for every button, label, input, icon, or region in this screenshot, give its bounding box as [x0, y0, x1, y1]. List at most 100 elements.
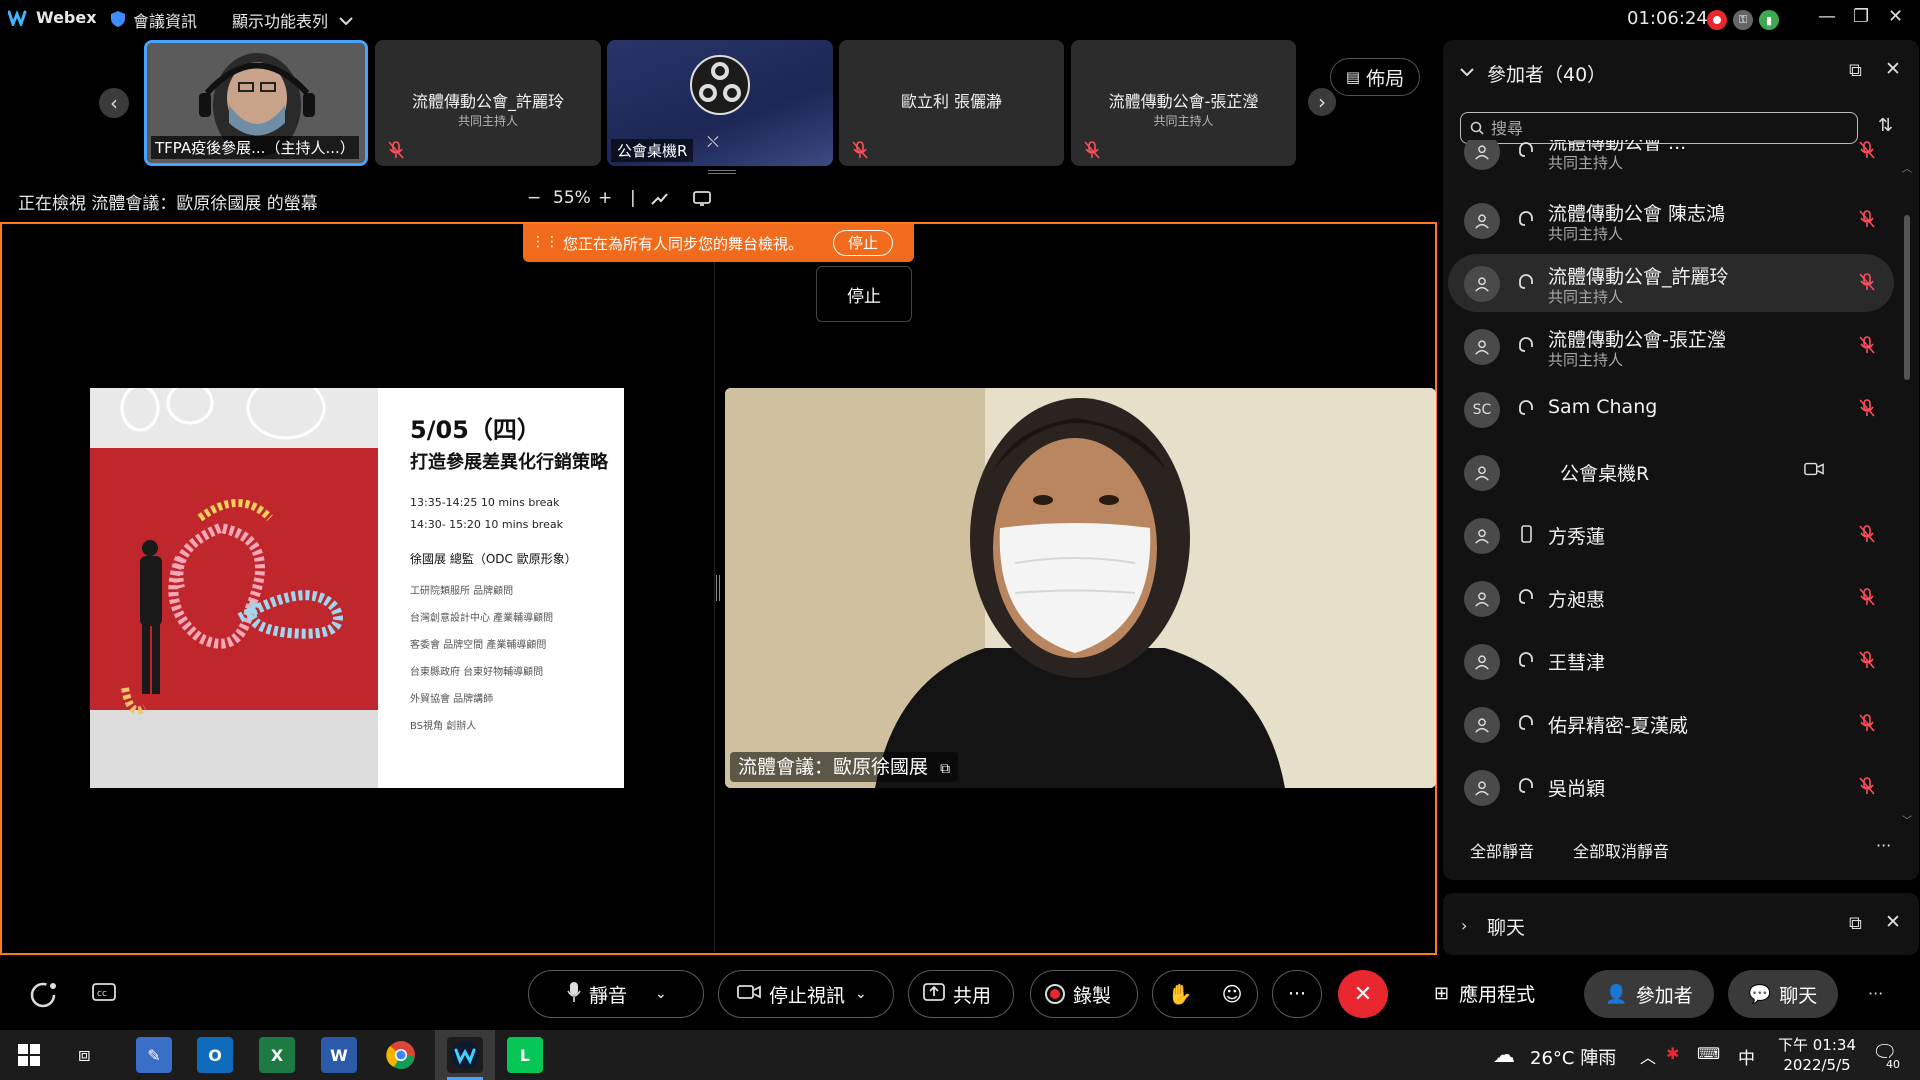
participant-row[interactable]: 方昶惠	[1448, 569, 1894, 627]
chat-button[interactable]: 💬 聊天	[1728, 970, 1838, 1018]
webex-app-icon[interactable]	[447, 1037, 483, 1073]
scroll-up-icon[interactable]: ︿	[1902, 160, 1912, 175]
keyboard-icon[interactable]: ⌨	[1697, 1044, 1720, 1063]
taskbar-time[interactable]: 下午 01:34	[1772, 1034, 1862, 1055]
chevron-down-icon[interactable]: ⌄	[855, 986, 867, 1002]
sort-icon[interactable]: ⇅	[1878, 115, 1893, 136]
record-button[interactable]: 錄製	[1030, 970, 1138, 1018]
windows-start-icon[interactable]	[18, 1044, 40, 1070]
close-panel-icon[interactable]: ✕	[1885, 58, 1901, 80]
participant-row[interactable]: 方秀蓮	[1448, 506, 1894, 564]
controls-more-button[interactable]: ···	[1868, 984, 1883, 1003]
chat-close-icon[interactable]: ✕	[1885, 911, 1901, 933]
search-input[interactable]	[1491, 117, 1841, 139]
participant-scrollbar[interactable]	[1904, 215, 1910, 380]
share-button[interactable]: 共用	[908, 970, 1014, 1018]
chrome-app-icon[interactable]	[383, 1037, 419, 1073]
participants-button[interactable]: 👤 參加者	[1584, 970, 1714, 1018]
mute-button[interactable]: 靜音 ⌄	[528, 970, 704, 1018]
connection-indicator-icon[interactable]	[28, 980, 58, 1014]
participant-row[interactable]: 流體傳動公會 ... 共同主持人	[1448, 140, 1894, 180]
thumbnail-host[interactable]: TFPA疫後參展...（主持人...）	[144, 40, 368, 166]
apps-button[interactable]: ⊞ 應用程式	[1434, 980, 1535, 1007]
tray-app-icon[interactable]: ✱	[1666, 1044, 1679, 1063]
muted-mic-icon[interactable]	[1858, 209, 1876, 229]
thumbnail-participant[interactable]: 歐立利 張儷瀞	[839, 40, 1064, 166]
ime-indicator[interactable]: 中	[1738, 1044, 1755, 1069]
taskbar-date[interactable]: 2022/5/5	[1772, 1056, 1862, 1074]
excel-app-icon[interactable]: X	[259, 1037, 295, 1073]
chevron-down-icon[interactable]: ⌄	[655, 986, 667, 1002]
collapse-chevron-icon[interactable]	[1459, 63, 1475, 82]
layout-button[interactable]: ▤ 佈局	[1330, 58, 1420, 96]
muted-mic-icon[interactable]	[1858, 335, 1876, 355]
obs-logo-icon	[690, 55, 750, 115]
participant-row[interactable]: 公會桌機R	[1448, 443, 1894, 501]
participant-row[interactable]: 流體傳動公會 陳志鴻 共同主持人	[1448, 191, 1894, 249]
participant-row[interactable]: 吳尚穎	[1448, 758, 1894, 816]
stop-sync-button[interactable]: 停止	[833, 230, 893, 256]
panel-more-button[interactable]: ···	[1876, 836, 1891, 855]
line-app-icon[interactable]: L	[507, 1037, 543, 1073]
tray-chevron-icon[interactable]: ︿	[1640, 1044, 1656, 1068]
muted-mic-icon[interactable]	[1858, 272, 1876, 292]
thumbnail-participant[interactable]: 流體傳動公會_許麗玲 共同主持人	[375, 40, 601, 166]
thumb-next-button[interactable]: ›	[1308, 88, 1336, 116]
drag-handle-icon[interactable]: ⋮⋮	[531, 234, 559, 250]
meeting-info-button[interactable]: 會議資訊	[133, 8, 197, 32]
weather-text[interactable]: 26°C 陣雨	[1530, 1044, 1616, 1070]
close-window-icon[interactable]: ✕	[1888, 6, 1903, 27]
mute-all-button[interactable]: 全部靜音	[1470, 838, 1534, 862]
speaker-video[interactable]	[725, 388, 1436, 788]
expand-chevron-icon[interactable]: ›	[1461, 916, 1467, 935]
muted-mic-icon[interactable]	[1858, 398, 1876, 418]
chat-popout-icon[interactable]: ⧉	[1849, 913, 1862, 934]
stop-video-label: 停止視訊	[769, 984, 846, 1007]
scroll-down-icon[interactable]: ﹀	[1902, 812, 1912, 827]
muted-mic-icon	[388, 141, 404, 159]
outlook-app-icon[interactable]: O	[197, 1037, 233, 1073]
stage-resize-handle[interactable]	[716, 575, 720, 601]
weather-icon[interactable]: ☁	[1493, 1043, 1515, 1068]
participant-row[interactable]: 流體傳動公會_許麗玲 共同主持人	[1448, 254, 1894, 312]
minimize-icon[interactable]: —	[1818, 6, 1836, 27]
participant-row[interactable]: SC Sam Chang	[1448, 380, 1894, 438]
end-call-button[interactable]: ✕	[1338, 970, 1388, 1018]
stop-video-button[interactable]: 停止視訊 ⌄	[718, 970, 894, 1018]
muted-mic-icon[interactable]	[1858, 587, 1876, 607]
popout-icon[interactable]: ⧉	[1849, 60, 1862, 81]
thumb-prev-button[interactable]: ‹	[99, 88, 129, 118]
zoom-out-button[interactable]: −	[527, 188, 541, 208]
chevron-down-icon[interactable]	[338, 12, 354, 31]
muted-mic-icon[interactable]	[1858, 713, 1876, 733]
zoom-in-button[interactable]: +	[598, 188, 612, 208]
muted-mic-icon[interactable]	[1858, 650, 1876, 670]
thumbnail-participant[interactable]: 流體傳動公會-張芷瀅 共同主持人	[1071, 40, 1296, 166]
participant-row[interactable]: 王彗津	[1448, 632, 1894, 690]
video-icon[interactable]	[1804, 461, 1824, 481]
signal-stats-icon[interactable]: ▮	[1759, 10, 1779, 30]
more-options-button[interactable]: ···	[1272, 970, 1322, 1018]
shield-icon[interactable]	[110, 10, 126, 28]
muted-mic-icon[interactable]	[1858, 524, 1876, 544]
stage-divider[interactable]	[714, 262, 715, 952]
strip-resize-handle[interactable]	[708, 170, 736, 174]
participant-row[interactable]: 佑昇精密-夏漢威	[1448, 695, 1894, 753]
restore-icon[interactable]: ❐	[1853, 6, 1869, 27]
share-icon	[923, 982, 945, 1006]
annotate-icon[interactable]	[650, 190, 670, 212]
paint-app-icon[interactable]: ✎	[136, 1037, 172, 1073]
lock-icon[interactable]: ⚿	[1733, 10, 1753, 30]
unmute-all-button[interactable]: 全部取消靜音	[1573, 838, 1669, 862]
muted-mic-icon[interactable]	[1858, 140, 1876, 160]
word-app-icon[interactable]: W	[321, 1037, 357, 1073]
show-menu-button[interactable]: 顯示功能表列	[232, 8, 328, 32]
raise-hand-icon[interactable]: ✋	[1168, 982, 1193, 1006]
closed-caption-icon[interactable]: cc	[92, 982, 116, 1006]
request-control-icon[interactable]	[692, 190, 712, 212]
thumbnail-desktop[interactable]: ⛌ 公會桌機R	[607, 40, 833, 166]
task-view-icon[interactable]: ⧈	[78, 1042, 91, 1066]
participant-row[interactable]: 流體傳動公會-張芷瀅 共同主持人	[1448, 317, 1894, 375]
muted-mic-icon[interactable]	[1858, 776, 1876, 796]
emoji-reaction-icon[interactable]: ☺	[1222, 982, 1243, 1006]
